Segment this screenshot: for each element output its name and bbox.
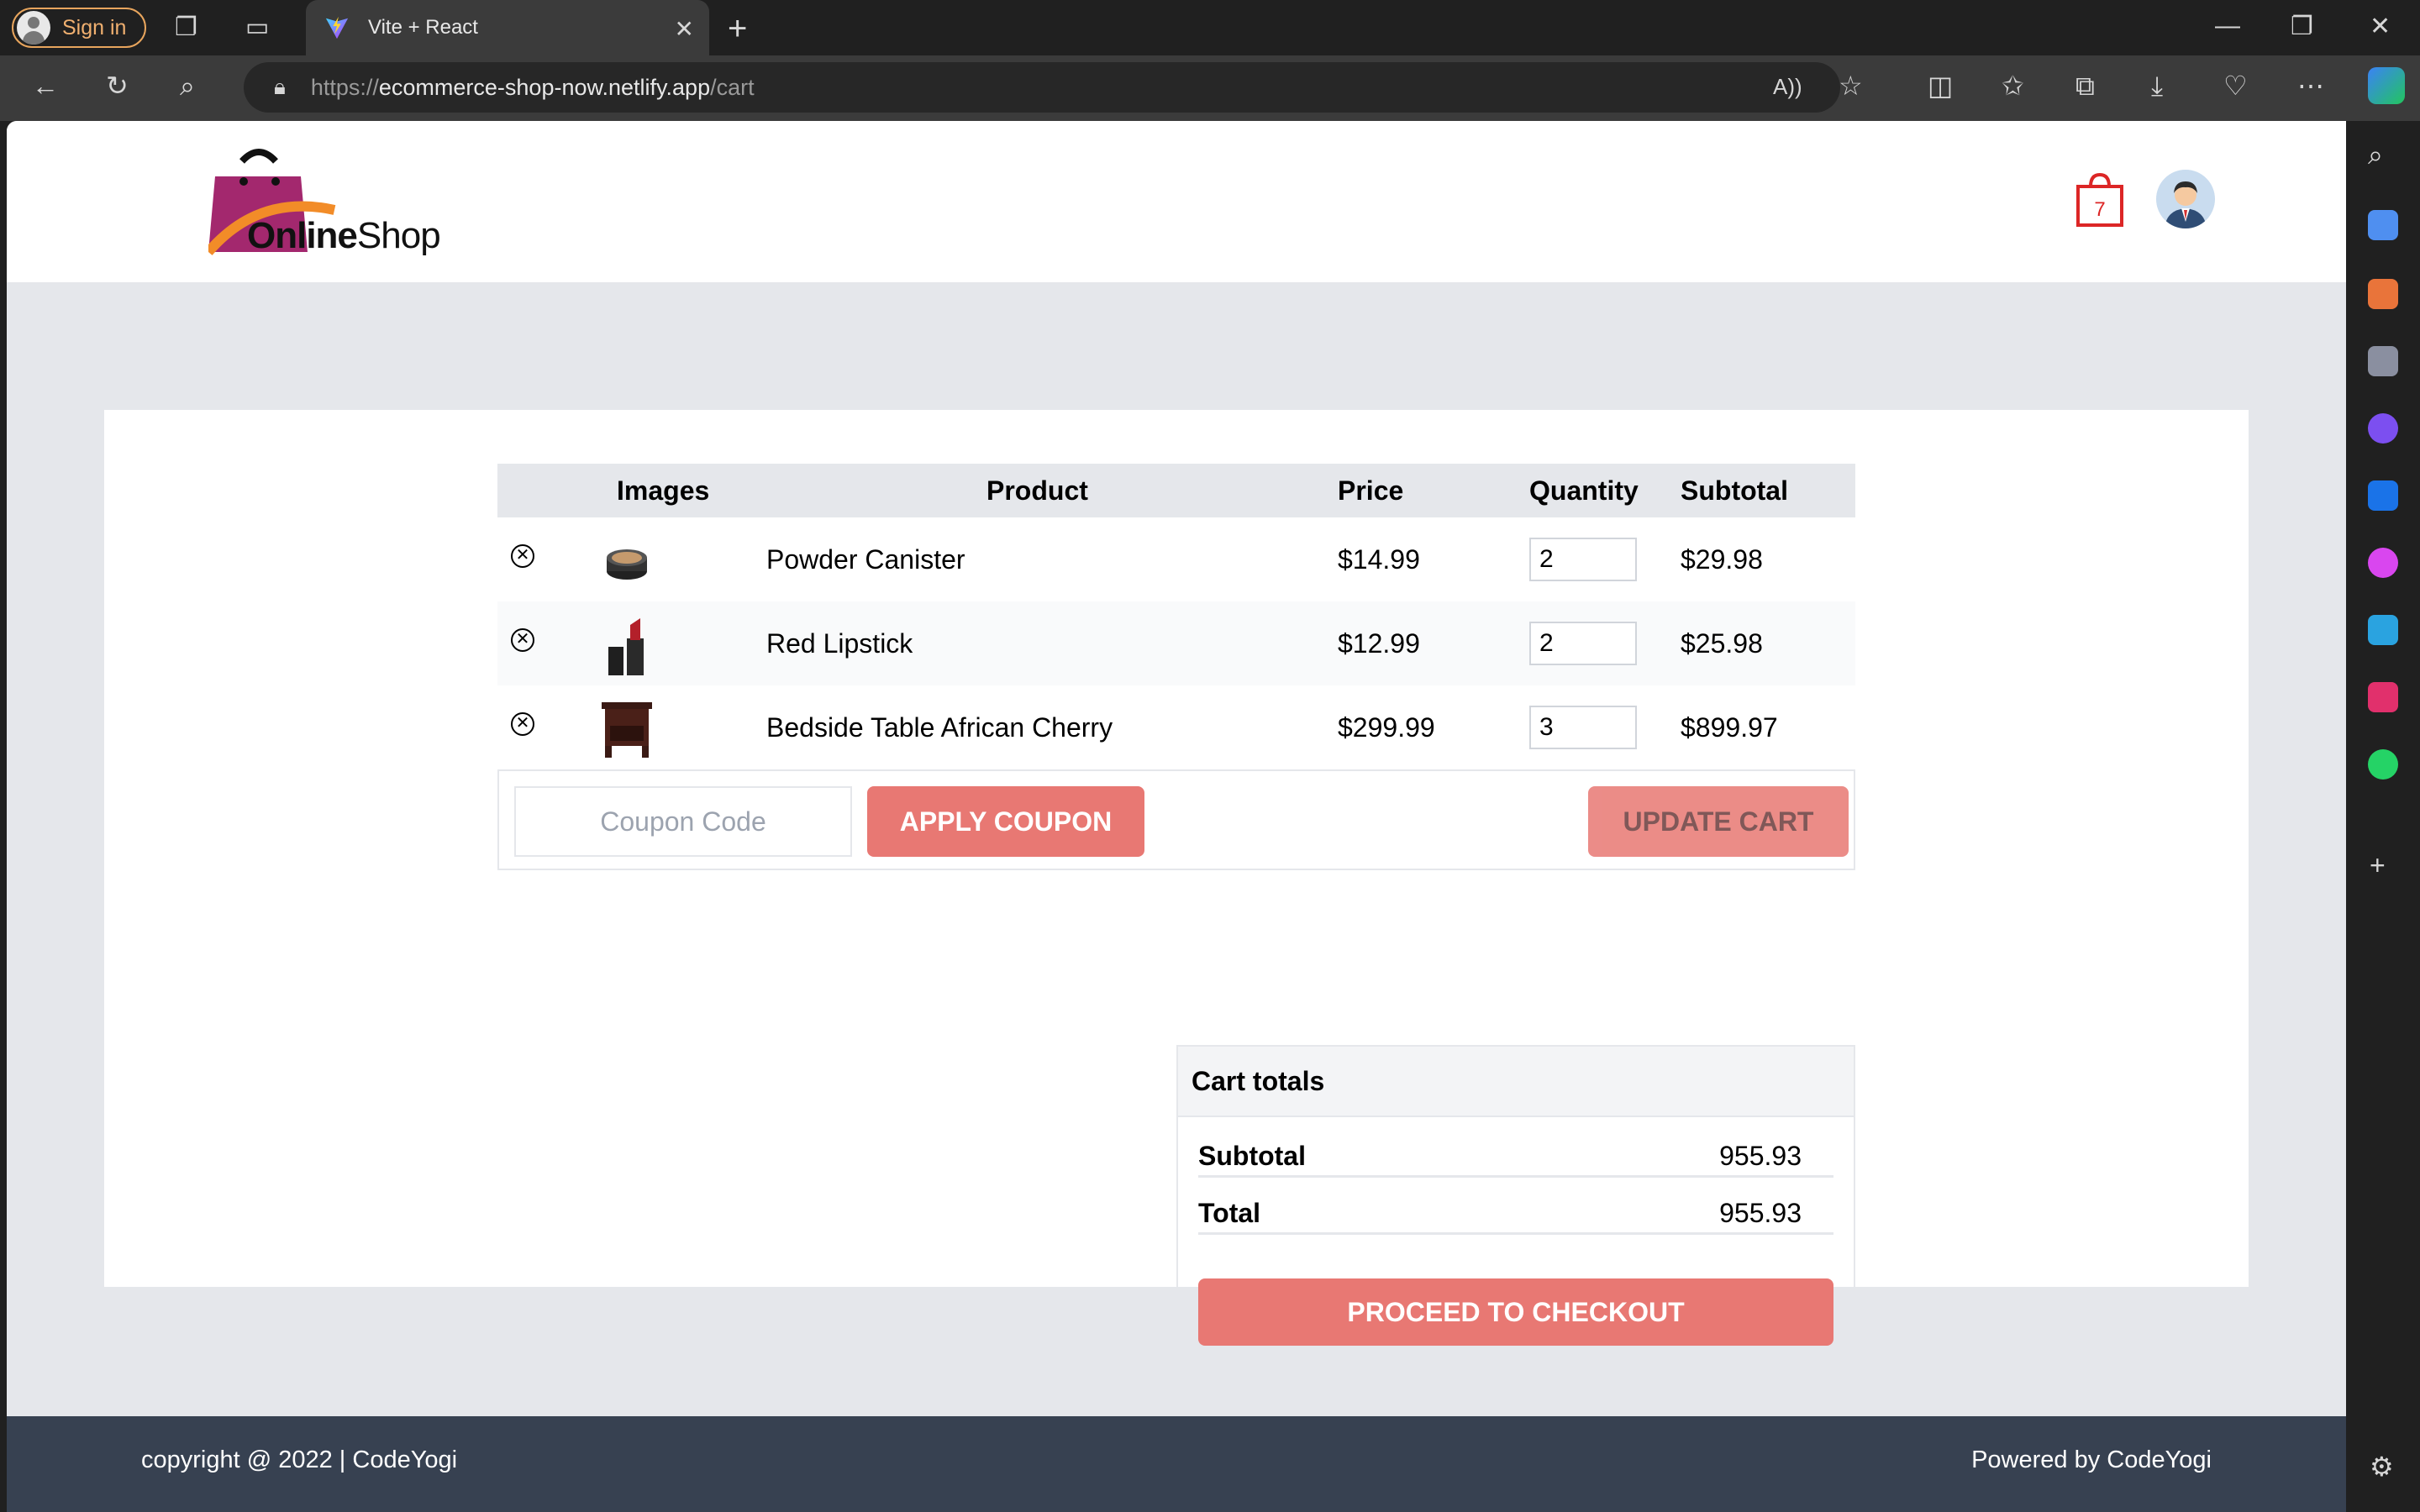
header-product: Product — [986, 475, 1088, 506]
restore-icon[interactable]: ❐ — [2291, 12, 2313, 41]
workspaces-icon[interactable]: ❐ — [175, 15, 197, 40]
favorites-icon[interactable]: ✩ — [2002, 72, 2024, 99]
quantity-input[interactable] — [1529, 538, 1637, 581]
new-tab-icon[interactable]: + — [728, 10, 747, 48]
url-path: /cart — [710, 74, 755, 100]
header-price: Price — [1338, 475, 1404, 506]
signin-label: Sign in — [62, 15, 127, 39]
downloads-icon[interactable]: ⤓ — [2151, 72, 2163, 99]
sidebar-settings-icon[interactable]: ⚙ — [2370, 1453, 2394, 1480]
remove-item-icon[interactable]: ✕ — [511, 712, 534, 736]
read-aloud-icon[interactable]: A)) — [1773, 76, 1802, 97]
browser-toolbar: ← ↻ ⌕ 🔒︎ https://ecommerce-shop-now.netl… — [0, 55, 2420, 121]
cart-table-header: Images Product Price Quantity Subtotal — [497, 464, 1855, 517]
tab-title: Vite + React — [368, 16, 478, 39]
lock-icon: 🔒︎ — [274, 74, 286, 99]
browser-essentials-icon[interactable]: ♡ — [2223, 72, 2248, 99]
cart-count-badge: 7 — [2094, 198, 2106, 221]
minimize-icon[interactable]: — — [2215, 12, 2240, 40]
browser-sidebar: ⌕ + ⚙ — [2346, 121, 2420, 1512]
cart-card: Images Product Price Quantity Subtotal ✕… — [104, 410, 2249, 1354]
subtotal-value: 955.93 — [1719, 1141, 1802, 1171]
address-bar[interactable]: 🔒︎ https://ecommerce-shop-now.netlify.ap… — [244, 62, 1840, 113]
url-scheme: https:// — [310, 74, 379, 100]
header-subtotal: Subtotal — [1681, 475, 1788, 506]
url-host: ecommerce-shop-now.netlify.app — [378, 74, 711, 100]
copilot-sidebar-icon[interactable] — [2368, 413, 2398, 444]
telegram-icon[interactable] — [2368, 615, 2398, 645]
split-screen-icon[interactable]: ◫ — [1928, 72, 1953, 99]
product-price: $299.99 — [1338, 712, 1435, 743]
product-price: $12.99 — [1338, 628, 1420, 659]
product-price: $14.99 — [1338, 544, 1420, 575]
footer-powered-by: Powered by CodeYogi — [1971, 1446, 2212, 1473]
quantity-input[interactable] — [1529, 622, 1637, 665]
vite-icon — [325, 16, 349, 39]
site-footer: copyright @ 2022 | CodeYogi Powered by C… — [7, 1416, 2346, 1512]
whatsapp-icon[interactable] — [2368, 749, 2398, 780]
product-image-powder-canister — [607, 549, 647, 580]
back-icon[interactable]: ← — [32, 72, 59, 99]
table-row: ✕ Powder Canister $14.99 $29.98 — [497, 517, 1855, 601]
favorite-star-icon[interactable]: ☆ — [1839, 72, 1863, 99]
more-icon[interactable]: ⋯ — [2297, 72, 2324, 99]
games-icon[interactable] — [2368, 346, 2398, 376]
instagram-icon[interactable] — [2368, 682, 2398, 712]
total-label: Total — [1198, 1198, 1261, 1228]
product-image-bedside-table — [602, 702, 652, 758]
signin-button[interactable]: Sign in — [12, 8, 146, 48]
sidebar-search-icon[interactable]: ⌕ — [2368, 141, 2383, 168]
shopping-tag-icon[interactable] — [2368, 210, 2398, 240]
coupon-bar: APPLY COUPON UPDATE CART — [497, 769, 1855, 870]
close-tab-icon[interactable]: ✕ — [675, 15, 694, 43]
apply-coupon-button[interactable]: APPLY COUPON — [867, 786, 1144, 857]
quantity-input[interactable] — [1529, 706, 1637, 749]
product-name[interactable]: Red Lipstick — [766, 628, 913, 659]
site-header: OnlineShop 7 — [7, 121, 2346, 282]
tab-active[interactable]: Vite + React ✕ — [306, 0, 709, 55]
profile-icon — [17, 11, 50, 45]
table-row: ✕ Bedside Table African Cherry $299.99 $… — [497, 685, 1855, 769]
search-icon[interactable]: ⌕ — [180, 72, 195, 99]
logo-text-shop: Shop — [356, 215, 441, 256]
header-quantity: Quantity — [1529, 475, 1639, 506]
table-row: ✕ Red Lipstick $12.99 $25.98 — [497, 601, 1855, 685]
proceed-to-checkout-button[interactable]: PROCEED TO CHECKOUT — [1198, 1278, 1833, 1346]
subtotal-label: Subtotal — [1198, 1141, 1306, 1171]
copilot-icon[interactable] — [2368, 67, 2405, 104]
logo-text-online: Online — [247, 215, 358, 256]
cart-table: Images Product Price Quantity Subtotal ✕… — [497, 464, 1855, 769]
cart-totals-title: Cart totals — [1178, 1047, 1854, 1117]
refresh-icon[interactable]: ↻ — [106, 72, 129, 99]
user-avatar[interactable] — [2156, 170, 2215, 228]
remove-item-icon[interactable]: ✕ — [511, 544, 534, 568]
window-close-icon[interactable]: ✕ — [2370, 12, 2391, 41]
logo-text: OnlineShop — [247, 215, 441, 257]
tab-actions-icon[interactable]: ▭ — [245, 15, 269, 40]
outlook-icon[interactable] — [2368, 480, 2398, 511]
designer-icon[interactable] — [2368, 548, 2398, 578]
update-cart-button[interactable]: UPDATE CART — [1588, 786, 1849, 857]
cart-totals: Cart totals Subtotal 955.93 Total 955.93… — [1176, 1045, 1855, 1354]
product-subtotal: $25.98 — [1681, 628, 1763, 659]
web-page: OnlineShop 7 Images Product Price Quanti… — [7, 121, 2346, 1512]
user-avatar-icon — [2156, 170, 2215, 228]
tools-icon[interactable] — [2368, 279, 2398, 309]
product-subtotal: $899.97 — [1681, 712, 1778, 743]
total-value: 955.93 — [1719, 1198, 1802, 1228]
subtotal-row: Subtotal 955.93 — [1198, 1131, 1833, 1178]
header-images: Images — [617, 475, 710, 506]
product-name[interactable]: Powder Canister — [766, 544, 965, 575]
coupon-code-input[interactable] — [514, 786, 852, 857]
browser-tabstrip: Sign in ❐ ▭ Vite + React ✕ + — ❐ ✕ — [0, 0, 2420, 55]
add-sidebar-app-icon[interactable]: + — [2370, 852, 2386, 879]
remove-item-icon[interactable]: ✕ — [511, 628, 534, 652]
product-image-red-lipstick — [608, 618, 644, 675]
footer-copyright: copyright @ 2022 | CodeYogi — [141, 1446, 458, 1473]
product-name[interactable]: Bedside Table African Cherry — [766, 712, 1113, 743]
product-subtotal: $29.98 — [1681, 544, 1763, 575]
total-row: Total 955.93 — [1198, 1188, 1833, 1235]
collections-icon[interactable]: ⧉ — [2075, 72, 2095, 99]
